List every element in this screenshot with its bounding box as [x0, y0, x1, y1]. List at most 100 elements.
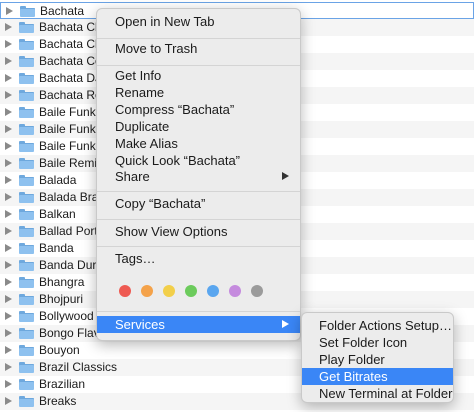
tag-color-dot[interactable]: [185, 285, 197, 297]
disclosure-triangle-icon[interactable]: [5, 227, 12, 235]
disclosure-triangle-icon[interactable]: [5, 159, 12, 167]
disclosure-triangle-icon[interactable]: [6, 7, 13, 15]
folder-icon: [19, 90, 34, 101]
folder-icon: [19, 22, 34, 33]
menu-item-make-alias[interactable]: Make Alias: [97, 135, 300, 152]
menu-separator: [97, 219, 300, 220]
finder-row-name: Balkan: [39, 207, 76, 221]
disclosure-triangle-icon[interactable]: [5, 142, 12, 150]
tag-color-dot[interactable]: [141, 285, 153, 297]
finder-row-name: Breaks: [39, 394, 77, 408]
folder-icon: [19, 56, 34, 67]
services-submenu: Folder Actions Setup… Set Folder Icon Play…: [301, 312, 454, 403]
disclosure-triangle-icon[interactable]: [5, 91, 12, 99]
folder-icon: [19, 396, 34, 407]
menu-separator: [97, 246, 300, 247]
disclosure-triangle-icon[interactable]: [5, 278, 12, 286]
disclosure-triangle-icon[interactable]: [5, 23, 12, 31]
folder-icon: [19, 39, 34, 50]
menu-item-get-info[interactable]: Get Info: [97, 67, 300, 84]
finder-row-name: Bachata Re: [39, 88, 102, 102]
disclosure-triangle-icon[interactable]: [5, 176, 12, 184]
menu-item-duplicate[interactable]: Duplicate: [97, 118, 300, 135]
finder-row-name: Baile Funk: [39, 139, 96, 153]
folder-icon: [19, 158, 34, 169]
menu-item-compress[interactable]: Compress “Bachata”: [97, 101, 300, 118]
folder-icon: [19, 243, 34, 254]
folder-icon: [19, 175, 34, 186]
folder-icon: [19, 277, 34, 288]
menu-separator: [97, 191, 300, 192]
folder-icon: [19, 294, 34, 305]
folder-icon: [19, 362, 34, 373]
disclosure-triangle-icon[interactable]: [5, 57, 12, 65]
folder-icon: [20, 6, 35, 17]
folder-icon: [19, 73, 34, 84]
menu-item-show-view-options[interactable]: Show View Options: [97, 223, 300, 240]
disclosure-triangle-icon[interactable]: [5, 261, 12, 269]
menu-item-share-label: Share: [115, 169, 150, 184]
disclosure-triangle-icon[interactable]: [5, 397, 12, 405]
tag-color-dot[interactable]: [251, 285, 263, 297]
finder-row-name: Balada Braz: [39, 190, 105, 204]
disclosure-triangle-icon[interactable]: [5, 108, 12, 116]
tag-color-dot[interactable]: [229, 285, 241, 297]
tag-color-dot[interactable]: [163, 285, 175, 297]
finder-row-name: Brazilian: [39, 377, 86, 391]
finder-row-name: Bachata Clu: [39, 37, 105, 51]
disclosure-triangle-icon[interactable]: [5, 210, 12, 218]
disclosure-triangle-icon[interactable]: [5, 74, 12, 82]
folder-icon: [19, 328, 34, 339]
disclosure-triangle-icon[interactable]: [5, 346, 12, 354]
services-item[interactable]: Get Bitrates: [302, 368, 453, 385]
menu-item-services[interactable]: Services: [97, 316, 300, 333]
disclosure-triangle-icon[interactable]: [5, 244, 12, 252]
finder-row-name: Bachata: [40, 4, 85, 18]
folder-icon: [19, 260, 34, 271]
tag-color-dot[interactable]: [119, 285, 131, 297]
folder-icon: [19, 379, 34, 390]
finder-row-name: Brazil Classics: [39, 360, 118, 374]
services-item[interactable]: New Terminal at Folder: [302, 385, 453, 402]
menu-item-tags[interactable]: Tags…: [97, 250, 300, 267]
disclosure-triangle-icon[interactable]: [5, 40, 12, 48]
finder-row-name: Bachata Co: [39, 54, 102, 68]
folder-icon: [19, 311, 34, 322]
disclosure-triangle-icon[interactable]: [5, 193, 12, 201]
finder-row-name: Banda: [39, 241, 74, 255]
folder-icon: [19, 107, 34, 118]
disclosure-triangle-icon[interactable]: [5, 295, 12, 303]
disclosure-triangle-icon[interactable]: [5, 329, 12, 337]
menu-item-copy[interactable]: Copy “Bachata”: [97, 195, 300, 212]
disclosure-triangle-icon[interactable]: [5, 380, 12, 388]
menu-item-quick-look[interactable]: Quick Look “Bachata”: [97, 152, 300, 169]
finder-row-name: Bachata DJ: [39, 71, 102, 85]
disclosure-triangle-icon[interactable]: [5, 363, 12, 371]
menu-item-share[interactable]: Share: [97, 168, 300, 185]
menu-item-move-to-trash[interactable]: Move to Trash: [97, 40, 300, 57]
chevron-right-icon: [282, 320, 289, 328]
disclosure-triangle-icon[interactable]: [5, 312, 12, 320]
context-menu: Open in New Tab Move to Trash Get Info R…: [96, 8, 301, 341]
tag-color-dot[interactable]: [207, 285, 219, 297]
folder-icon: [19, 345, 34, 356]
menu-item-open-in-new-tab[interactable]: Open in New Tab: [97, 13, 300, 30]
finder-row-name: Bollywood: [39, 309, 94, 323]
folder-icon: [19, 226, 34, 237]
menu-item-services-label: Services: [115, 317, 165, 332]
menu-item-rename[interactable]: Rename: [97, 84, 300, 101]
finder-row-name: Bouyon: [39, 343, 80, 357]
disclosure-triangle-icon[interactable]: [5, 125, 12, 133]
finder-row-name: Balada: [39, 173, 77, 187]
finder-row-name: Bachata Cla: [39, 20, 105, 34]
finder-row-name: Ballad Portu: [39, 224, 105, 238]
finder-row-name: Baile Funk: [39, 122, 96, 136]
chevron-right-icon: [282, 172, 289, 180]
services-item[interactable]: Folder Actions Setup…: [302, 317, 453, 334]
finder-row-name: Bhojpuri: [39, 292, 84, 306]
finder-row-name: Baile Remix: [39, 156, 104, 170]
services-item[interactable]: Play Folder: [302, 351, 453, 368]
folder-icon: [19, 192, 34, 203]
services-item[interactable]: Set Folder Icon: [302, 334, 453, 351]
menu-separator: [97, 65, 300, 66]
